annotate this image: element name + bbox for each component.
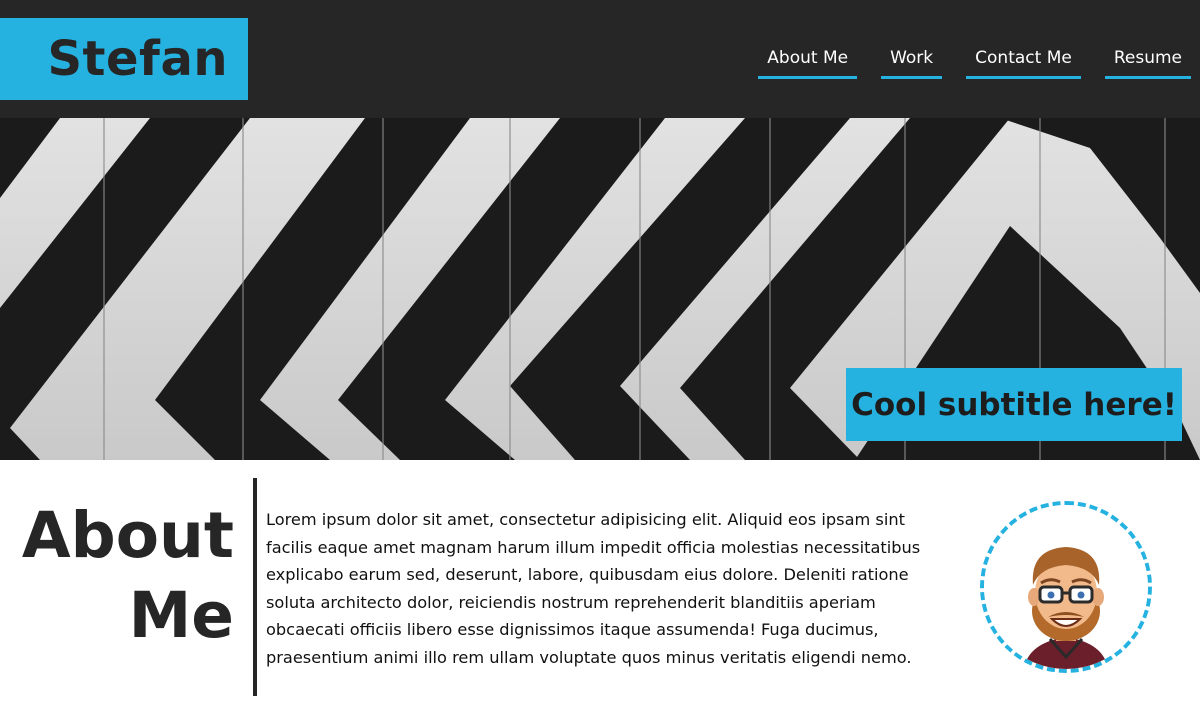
nav-link-about-me[interactable]: About Me <box>758 46 858 79</box>
vertical-divider <box>253 478 257 696</box>
main-nav: About Me Work Contact Me Resume <box>758 46 1191 79</box>
site-header: Stefan About Me Work Contact Me Resume <box>0 0 1200 118</box>
about-paragraph: Lorem ipsum dolor sit amet, consectetur … <box>266 510 921 667</box>
nav-link-work[interactable]: Work <box>881 46 943 79</box>
hero-banner: Cool subtitle here! <box>0 118 1200 460</box>
about-heading: About Me <box>0 496 234 656</box>
site-logo[interactable]: Stefan <box>0 18 248 100</box>
about-heading-line-1: About <box>21 499 234 572</box>
avatar-image <box>984 505 1148 669</box>
avatar <box>980 501 1152 673</box>
hero-subtitle: Cool subtitle here! <box>846 368 1182 441</box>
nav-link-resume[interactable]: Resume <box>1104 46 1191 79</box>
about-heading-line-2: Me <box>128 579 234 652</box>
nav-link-contact-me[interactable]: Contact Me <box>966 46 1081 79</box>
